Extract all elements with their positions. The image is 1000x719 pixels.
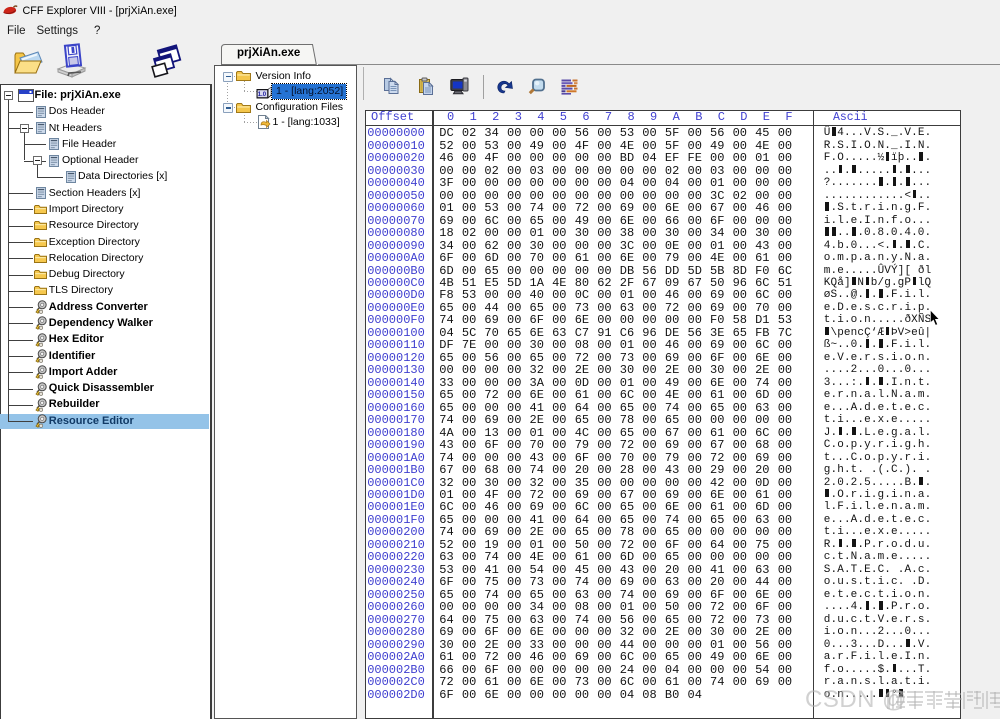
svg-text:1.0: 1.0: [258, 92, 267, 98]
